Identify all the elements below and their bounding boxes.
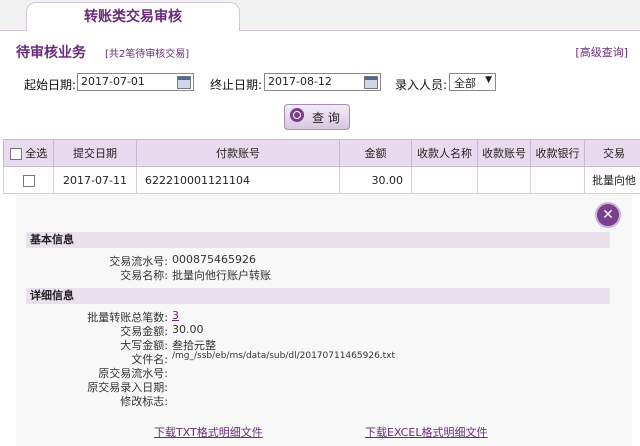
table-header-row: 全选 提交日期 付款账号 金额 收款人名称 收款账号 收款银行 交易 — [3, 139, 640, 167]
detail-value: /mg_/ssb/eb/ms/data/sub/dl/2017071146592… — [172, 351, 396, 361]
close-icon[interactable]: ✕ — [595, 202, 621, 228]
col-header: 付款账号 — [136, 139, 340, 167]
calendar-icon[interactable] — [177, 76, 191, 89]
basic-value: 批量向他行账户转账 — [172, 269, 271, 282]
advanced-search-link[interactable]: [高级查询] — [575, 44, 628, 60]
cell-payee-bank — [530, 166, 585, 194]
calendar-icon[interactable] — [364, 76, 378, 89]
section-title: 待审核业务 — [16, 45, 86, 61]
entry-person-label: 录入人员: — [395, 78, 448, 92]
start-date-value: 2017-07-01 — [81, 75, 145, 88]
batch-count-link[interactable]: 3 — [172, 309, 179, 322]
end-date-value: 2017-08-12 — [268, 75, 332, 88]
cell-type: 批量向他 — [584, 166, 640, 194]
tab-bar: 转账类交易审核 — [0, 0, 640, 31]
col-header: 收款银行 — [530, 139, 585, 167]
transaction-table: 全选 提交日期 付款账号 金额 收款人名称 收款账号 收款银行 交易 2017-… — [3, 139, 640, 194]
start-date-input[interactable]: 2017-07-01 — [77, 73, 194, 91]
tab-transfer-audit[interactable]: 转账类交易审核 — [26, 2, 240, 31]
cell-amount: 30.00 — [339, 166, 412, 194]
basic-label: 交易名称: — [120, 269, 168, 282]
col-header: 金额 — [339, 139, 412, 167]
end-date-label: 终止日期: — [210, 78, 263, 92]
end-date-input[interactable]: 2017-08-12 — [264, 73, 381, 91]
cell-payee-name — [411, 166, 478, 194]
dropdown-arrow-icon: ▼ — [485, 75, 492, 85]
row-select-cell[interactable] — [3, 166, 54, 194]
detail-info-header: 详细信息 — [26, 288, 610, 304]
entry-person-value: 全部 — [454, 77, 476, 90]
select-all-label: 全选 — [25, 147, 48, 160]
basic-info-header: 基本信息 — [26, 232, 610, 248]
col-header: 收款人名称 — [411, 139, 478, 167]
table-row[interactable]: 2017-07-11 622210001121104 30.00 批量向他 — [3, 166, 640, 194]
download-excel-link[interactable]: 下载EXCEL格式明细文件 — [365, 424, 487, 440]
cell-payee-account — [477, 166, 531, 194]
search-icon — [290, 108, 304, 122]
detail-value: 30.00 — [172, 323, 204, 336]
row-checkbox[interactable] — [22, 174, 35, 187]
col-header: 提交日期 — [53, 139, 137, 167]
query-button[interactable]: 查 询 — [284, 104, 350, 130]
entry-person-select[interactable]: 全部 ▼ — [449, 73, 496, 91]
cell-date: 2017-07-11 — [53, 166, 137, 194]
download-txt-link[interactable]: 下载TXT格式明细文件 — [154, 424, 263, 440]
basic-value: 000875465926 — [172, 253, 256, 266]
cell-account: 622210001121104 — [136, 166, 340, 194]
col-header: 交易 — [584, 139, 640, 167]
select-all-checkbox[interactable] — [9, 148, 22, 160]
query-button-label: 查 询 — [312, 111, 340, 125]
detail-label: 修改标志: — [120, 395, 168, 408]
col-header: 收款账号 — [477, 139, 531, 167]
select-all-header[interactable]: 全选 — [3, 139, 54, 167]
pending-count: [共2笔待审核交易] — [105, 49, 190, 60]
start-date-label: 起始日期: — [24, 78, 77, 92]
